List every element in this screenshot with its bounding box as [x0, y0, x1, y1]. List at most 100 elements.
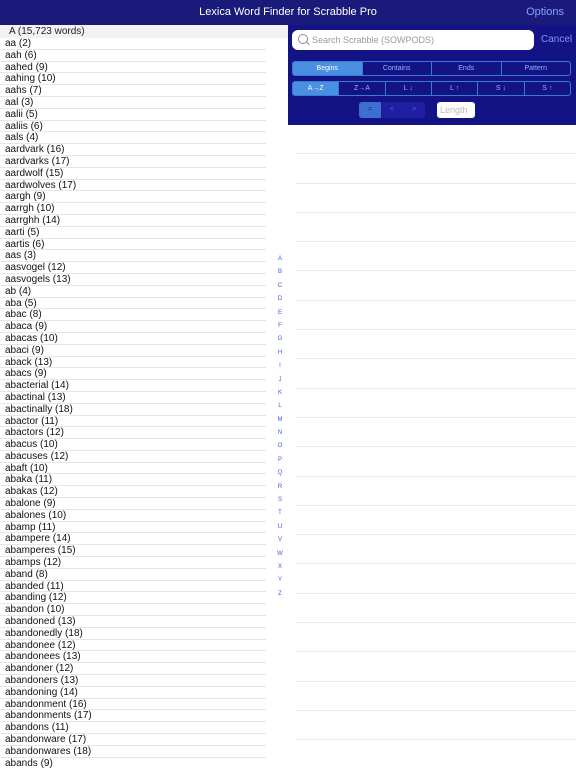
mode-segment-0[interactable]: Begins [293, 62, 363, 75]
length-field[interactable] [437, 102, 475, 118]
word-row[interactable]: aahed (9) [0, 62, 266, 74]
word-row[interactable]: aaliis (6) [0, 121, 266, 133]
word-row[interactable]: aal (3) [0, 97, 266, 109]
sort-segment-2[interactable]: L ↓ [386, 82, 432, 95]
index-letter-o[interactable]: O [272, 440, 288, 453]
word-row[interactable]: aarrgh (10) [0, 203, 266, 215]
word-row[interactable]: abandonment (16) [0, 699, 266, 711]
word-row[interactable]: abamperes (15) [0, 545, 266, 558]
index-letter-w[interactable]: W [272, 548, 288, 561]
index-letter-f[interactable]: F [272, 320, 288, 333]
mode-segment-2[interactable]: Ends [432, 62, 502, 75]
word-row[interactable]: aardvarks (17) [0, 156, 266, 168]
search-mode-control[interactable]: Begins Contains Ends Pattern [292, 61, 571, 76]
word-row[interactable]: aahs (7) [0, 85, 266, 97]
length-comparator-0[interactable]: = [359, 102, 381, 118]
index-letter-d[interactable]: D [272, 293, 288, 306]
word-row[interactable]: abalones (10) [0, 510, 266, 522]
word-row[interactable]: abaft (10) [0, 463, 266, 475]
index-letter-k[interactable]: K [272, 387, 288, 400]
search-box[interactable] [292, 30, 534, 50]
sort-segment-0[interactable]: A→Z [293, 82, 340, 95]
word-row[interactable]: abandonees (13) [0, 651, 266, 664]
index-letter-e[interactable]: E [272, 307, 288, 320]
length-comparator-2[interactable]: > [403, 102, 425, 118]
length-comparator-1[interactable]: < [381, 102, 403, 118]
word-row[interactable]: abandonwares (18) [0, 746, 266, 758]
word-row[interactable]: abandoning (14) [0, 687, 266, 699]
word-list[interactable]: aa (2) aah (6) aahed (9) aahing (10) aahs (7… [0, 38, 288, 768]
index-letter-a[interactable]: A [272, 253, 288, 266]
word-row[interactable]: aah (6) [0, 50, 266, 62]
word-row[interactable]: aband (8) [0, 569, 266, 581]
word-row[interactable]: abacus (10) [0, 439, 266, 451]
sort-segment-1[interactable]: Z→A [339, 82, 386, 95]
word-row[interactable]: abacas (10) [0, 333, 266, 345]
index-letter-x[interactable]: X [272, 561, 288, 574]
word-row[interactable]: aahing (10) [0, 73, 266, 86]
mode-segment-1[interactable]: Contains [363, 62, 432, 75]
word-row[interactable]: aba (5) [0, 298, 266, 310]
word-row[interactable]: aargh (9) [0, 191, 266, 204]
word-row[interactable]: abandoned (13) [0, 616, 266, 628]
word-row[interactable]: abalone (9) [0, 498, 266, 510]
word-row[interactable]: abacs (9) [0, 368, 266, 381]
sort-segment-4[interactable]: S ↓ [478, 82, 525, 95]
index-letter-h[interactable]: H [272, 347, 288, 360]
length-comparator-control[interactable]: = < > [359, 102, 425, 118]
word-row[interactable]: abaca (9) [0, 321, 266, 333]
index-letter-i[interactable]: I [272, 360, 288, 373]
word-row[interactable]: aa (2) [0, 38, 266, 50]
word-row[interactable]: abampere (14) [0, 533, 266, 546]
sort-segment-3[interactable]: L ↑ [432, 82, 479, 95]
word-row[interactable]: aarti (5) [0, 227, 266, 239]
word-row[interactable]: abamps (12) [0, 557, 266, 569]
word-row[interactable]: aardvark (16) [0, 144, 266, 156]
index-letter-l[interactable]: L [272, 400, 288, 413]
word-row[interactable]: abands (9) [0, 758, 266, 768]
word-row[interactable]: abandonedly (18) [0, 628, 266, 640]
word-row[interactable]: aartis (6) [0, 239, 266, 251]
index-letter-b[interactable]: B [272, 266, 288, 279]
sort-order-control[interactable]: A→Z Z→A L ↓ L ↑ S ↓ S ↑ [292, 81, 571, 96]
word-row[interactable]: abandonware (17) [0, 734, 266, 746]
index-letter-j[interactable]: J [272, 374, 288, 387]
index-letter-g[interactable]: G [272, 333, 288, 346]
word-row[interactable]: abaka (11) [0, 474, 266, 487]
word-row[interactable]: ab (4) [0, 286, 266, 298]
word-row[interactable]: abakas (12) [0, 486, 266, 499]
word-row[interactable]: abandons (11) [0, 722, 266, 735]
word-row[interactable]: abandoners (13) [0, 675, 266, 687]
word-row[interactable]: aals (4) [0, 132, 266, 145]
index-letter-t[interactable]: T [272, 507, 288, 520]
word-row[interactable]: abactors (12) [0, 427, 266, 440]
word-row[interactable]: aalii (5) [0, 109, 266, 121]
word-row[interactable]: abac (8) [0, 309, 266, 322]
word-row[interactable]: abandonments (17) [0, 710, 266, 723]
word-row[interactable]: abamp (11) [0, 522, 266, 534]
word-row[interactable]: aardwolf (15) [0, 168, 266, 180]
word-row[interactable]: abandoner (12) [0, 663, 266, 676]
index-letter-r[interactable]: R [272, 481, 288, 494]
cancel-button[interactable]: Cancel [541, 30, 572, 50]
word-row[interactable]: aas (3) [0, 250, 266, 263]
word-row[interactable]: abactor (11) [0, 416, 266, 428]
word-row[interactable]: abanded (11) [0, 581, 266, 593]
index-letter-u[interactable]: U [272, 521, 288, 534]
word-row[interactable]: abactinally (18) [0, 404, 266, 416]
index-letter-n[interactable]: N [272, 427, 288, 440]
sort-segment-5[interactable]: S ↑ [525, 82, 570, 95]
index-letter-q[interactable]: Q [272, 467, 288, 480]
mode-segment-3[interactable]: Pattern [502, 62, 571, 75]
word-row[interactable]: aback (13) [0, 357, 266, 369]
word-row[interactable]: aasvogels (13) [0, 274, 266, 286]
word-row[interactable]: abactinal (13) [0, 392, 266, 404]
index-letter-z[interactable]: Z [272, 588, 288, 601]
alphabet-index[interactable]: ABCDEFGHIJKLMNOPQRSTUVWXYZ [272, 253, 288, 601]
search-input[interactable] [312, 30, 530, 50]
word-row[interactable]: aasvogel (12) [0, 262, 266, 274]
word-row[interactable]: abacuses (12) [0, 451, 266, 463]
index-letter-y[interactable]: Y [272, 574, 288, 587]
index-letter-c[interactable]: C [272, 280, 288, 293]
word-list-pane[interactable]: A (15,723 words) aa (2) aah (6) aahed (9) a… [0, 25, 288, 768]
